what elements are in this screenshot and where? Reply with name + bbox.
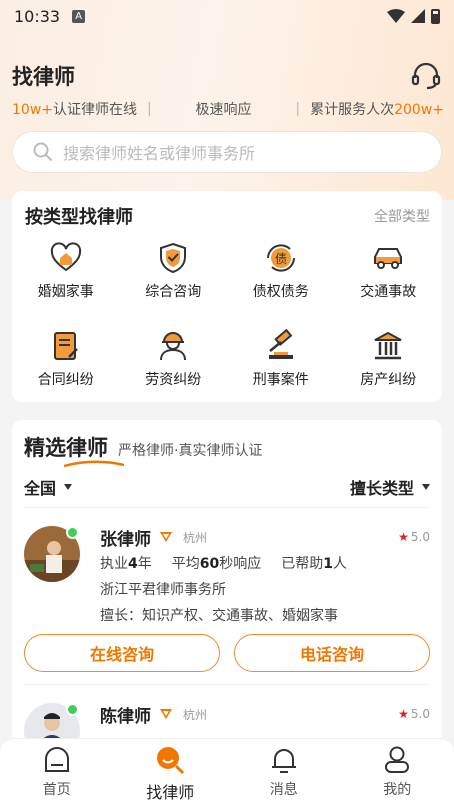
- type-item-general[interactable]: 综合咨询: [120, 231, 228, 319]
- phone-consult-button[interactable]: 电话咨询: [234, 634, 430, 672]
- lawyer-rating: ★ 5.0: [398, 707, 430, 721]
- car-icon: [374, 248, 403, 269]
- all-types-link[interactable]: 全部类型: [374, 206, 430, 226]
- type-item-labor[interactable]: 劳资纠纷: [120, 319, 228, 407]
- type-item-debt[interactable]: 债 债权债务: [227, 231, 335, 319]
- battery-icon: [431, 8, 440, 24]
- type-item-property[interactable]: 房产纠纷: [335, 319, 443, 407]
- signal-icon: [411, 9, 425, 23]
- gavel-icon: [268, 329, 293, 359]
- type-item-marriage[interactable]: 婚姻家事: [12, 231, 120, 319]
- lawyer-rating: ★ 5.0: [398, 530, 430, 544]
- wifi-icon: [387, 9, 405, 23]
- stat-served: 累计服务人次200w+: [310, 102, 444, 118]
- type-item-traffic[interactable]: 交通事故: [335, 231, 443, 319]
- search-icon: [33, 142, 53, 162]
- region-filter[interactable]: 全国: [24, 475, 73, 499]
- lawyer-stats: 执业4年 平均60秒响应 已帮助1人: [100, 556, 347, 572]
- verified-badge-icon: [160, 532, 172, 542]
- page-header: 找律师: [12, 56, 442, 96]
- tab-home[interactable]: 首页: [0, 739, 114, 807]
- home-icon: [44, 747, 69, 772]
- verified-badge-icon: [160, 709, 172, 719]
- dropdown-arrow-icon: [422, 483, 430, 490]
- star-icon: ★: [398, 707, 409, 721]
- tab-messages[interactable]: 消息: [227, 739, 341, 807]
- lawyer-firm: 浙江平君律师事务所: [100, 582, 226, 598]
- divider: |: [147, 101, 152, 117]
- stats-bar: 10w+认证律师在线 | 极速响应 | 累计服务人次200w+: [12, 98, 444, 120]
- search-placeholder: 搜索律师姓名或律师事务所: [63, 144, 256, 163]
- online-indicator: [66, 526, 79, 539]
- type-item-contract[interactable]: 合同纠纷: [12, 319, 120, 407]
- featured-subtitle: 严格律师·真实律师认证: [118, 443, 263, 459]
- lawyer-name: 陈律师: [100, 706, 151, 727]
- page-title: 找律师: [12, 65, 75, 89]
- types-title: 按类型找律师: [25, 207, 133, 228]
- lawyer-expertise: 擅长：知识产权、交通事故、婚姻家事: [100, 608, 338, 624]
- stat-fast: 极速响应: [195, 102, 252, 118]
- status-icons: [387, 8, 440, 24]
- star-icon: ★: [398, 530, 409, 544]
- online-indicator: [66, 703, 79, 716]
- title-underline-decoration: [64, 460, 124, 468]
- worker-icon: [160, 332, 187, 361]
- lawyer-city: 杭州: [183, 707, 208, 722]
- notification-a-icon: A: [72, 9, 86, 23]
- headset-icon[interactable]: [410, 60, 442, 92]
- status-bar: 10:33 A: [0, 0, 454, 32]
- svg-text:债: 债: [275, 252, 287, 266]
- bottom-tab-bar: 首页 找律师 消息 我的: [0, 738, 454, 807]
- tab-find-lawyer[interactable]: 找律师: [114, 739, 228, 807]
- divider: |: [295, 101, 301, 117]
- status-time: 10:33: [14, 6, 61, 26]
- shield-check-icon: [160, 242, 187, 274]
- lawyer-city: 杭州: [183, 530, 208, 545]
- stat-certified: 10w+认证律师在线: [12, 102, 137, 118]
- user-icon: [385, 746, 410, 773]
- lawyer-item[interactable]: 陈律师 杭州 ★ 5.0: [24, 685, 430, 759]
- lawyer-types-card: 按类型找律师 全部类型 婚姻家事 综合咨询 债 债权债务 交通事故 合同纠纷 劳…: [12, 191, 442, 402]
- contract-icon: [53, 332, 78, 360]
- dropdown-arrow-icon: [64, 483, 73, 490]
- building-icon: [374, 331, 402, 360]
- featured-title: 精选律师: [24, 432, 124, 468]
- type-item-criminal[interactable]: 刑事案件: [227, 319, 335, 407]
- lawyer-item[interactable]: 张律师 杭州 ★ 5.0 执业4年 平均60秒响应 已帮助1人 浙江平君律师事务所…: [24, 508, 430, 685]
- bell-icon: [271, 749, 296, 773]
- type-filter[interactable]: 擅长类型: [350, 475, 430, 499]
- heart-home-icon: [50, 242, 81, 272]
- filter-bar: 全国 擅长类型: [24, 466, 430, 508]
- online-consult-button[interactable]: 在线咨询: [24, 634, 220, 672]
- debt-cycle-icon: 债: [266, 244, 295, 272]
- search-input[interactable]: 搜索律师姓名或律师事务所: [12, 131, 442, 173]
- tab-profile[interactable]: 我的: [341, 739, 454, 807]
- search-lawyer-icon: [157, 747, 185, 775]
- lawyer-name: 张律师: [100, 529, 151, 550]
